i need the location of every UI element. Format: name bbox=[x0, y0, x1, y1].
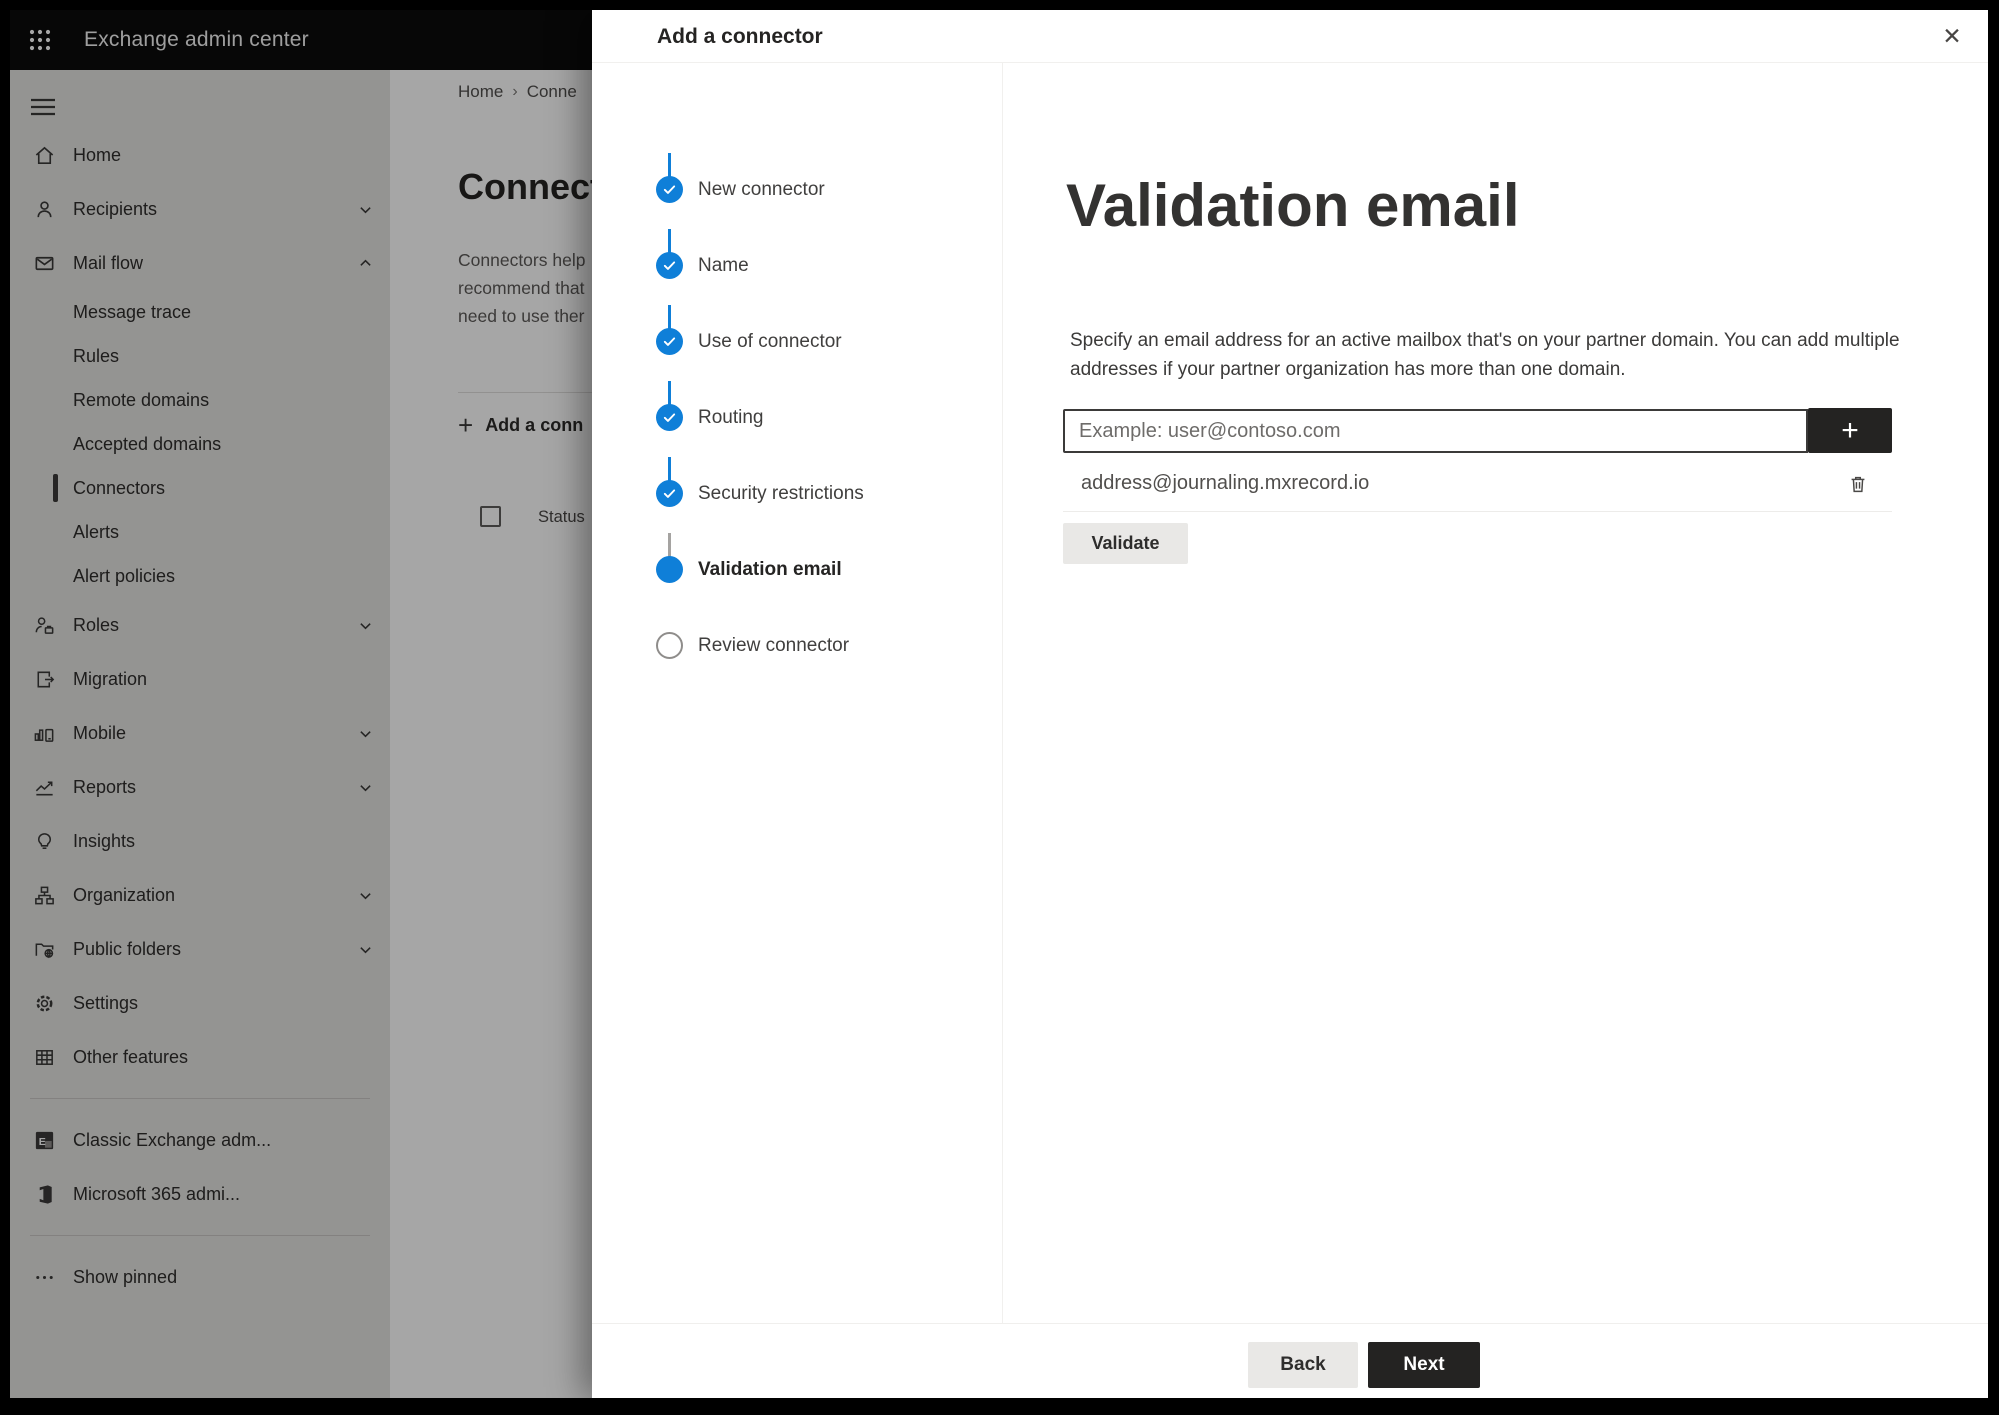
dialog-header: Add a connector ✕ bbox=[592, 10, 1988, 63]
step-check-icon bbox=[656, 252, 683, 279]
screen: Exchange admin center Home Recipients Ma… bbox=[10, 10, 1988, 1398]
add-connector-dialog: Add a connector ✕ New connector Name Use… bbox=[592, 10, 1988, 1398]
wizard-step-new-connector[interactable]: New connector bbox=[592, 176, 1002, 203]
step-label: New connector bbox=[698, 178, 825, 200]
step-label: Validation email bbox=[698, 558, 842, 580]
step-label: Use of connector bbox=[698, 330, 842, 352]
step-check-icon bbox=[656, 404, 683, 431]
step-current-dot bbox=[656, 556, 683, 583]
step-check-icon bbox=[656, 480, 683, 507]
close-icon[interactable]: ✕ bbox=[1932, 16, 1972, 56]
step-label: Review connector bbox=[698, 634, 850, 656]
validation-email-input[interactable] bbox=[1063, 409, 1808, 453]
delete-email-button[interactable] bbox=[1840, 466, 1876, 502]
validate-button[interactable]: Validate bbox=[1063, 523, 1188, 564]
wizard-step-routing[interactable]: Routing bbox=[592, 404, 1002, 431]
validation-email-address: address@journaling.mxrecord.io bbox=[1081, 472, 1370, 494]
step-label: Security restrictions bbox=[698, 482, 864, 504]
add-email-button[interactable]: + bbox=[1808, 408, 1892, 453]
wizard-step-use-of-connector[interactable]: Use of connector bbox=[592, 328, 1002, 355]
dialog-title: Add a connector bbox=[657, 24, 823, 48]
wizard-steps-panel: New connector Name Use of connector Rout… bbox=[592, 63, 1003, 1323]
wizard-page-heading: Validation email bbox=[1066, 172, 1520, 239]
step-label: Name bbox=[698, 254, 749, 276]
next-button[interactable]: Next bbox=[1368, 1342, 1480, 1388]
step-check-icon bbox=[656, 176, 683, 203]
step-empty-circle bbox=[656, 632, 683, 659]
dialog-footer-divider bbox=[592, 1323, 1988, 1324]
wizard-step-security-restrictions[interactable]: Security restrictions bbox=[592, 480, 1002, 507]
wizard-step-validation-email[interactable]: Validation email bbox=[592, 556, 1002, 583]
step-label: Routing bbox=[698, 406, 764, 428]
step-check-icon bbox=[656, 328, 683, 355]
trash-icon bbox=[1851, 476, 1865, 493]
wizard-step-review-connector[interactable]: Review connector bbox=[592, 632, 1002, 659]
wizard-page-description: Specify an email address for an active m… bbox=[1070, 330, 1900, 380]
wizard-step-name[interactable]: Name bbox=[592, 252, 1002, 279]
back-button[interactable]: Back bbox=[1248, 1342, 1358, 1388]
email-list-divider bbox=[1063, 511, 1892, 512]
